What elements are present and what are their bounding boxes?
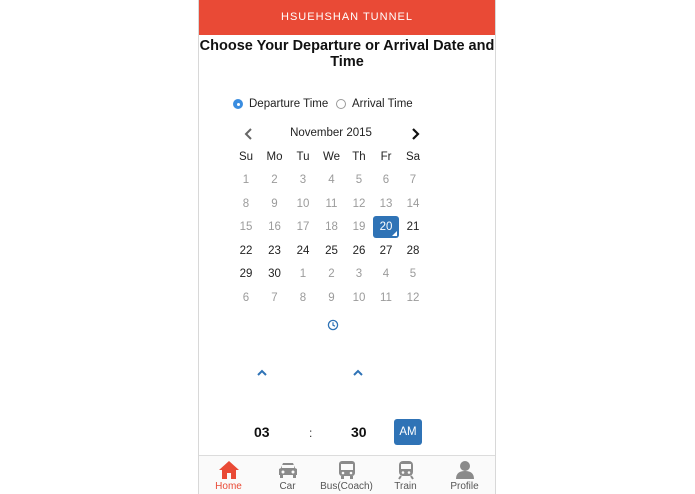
bottom-tab-bar: Home Car Bus(Coach) Train Profile: [199, 455, 495, 494]
chevron-right-icon: [412, 128, 420, 140]
calendar-day[interactable]: 23: [262, 240, 288, 262]
calendar-day[interactable]: 25: [319, 240, 345, 262]
calendar-day[interactable]: 18: [319, 216, 345, 238]
tab-profile[interactable]: Profile: [435, 458, 494, 494]
chevron-left-icon: [244, 128, 252, 140]
calendar-day[interactable]: 11: [373, 287, 399, 309]
calendar-day[interactable]: 27: [373, 240, 399, 262]
calendar-day[interactable]: 28: [400, 240, 426, 262]
calendar-day[interactable]: 6: [373, 169, 399, 191]
tab-bus[interactable]: Bus(Coach): [317, 458, 376, 494]
calendar-day[interactable]: 26: [346, 240, 372, 262]
calendar-day[interactable]: 9: [262, 193, 288, 215]
calendar-header: November 2015: [231, 126, 431, 142]
calendar-day[interactable]: 10: [346, 287, 372, 309]
calendar-day[interactable]: 1: [290, 263, 316, 285]
calendar-day[interactable]: 5: [346, 169, 372, 191]
next-month-button[interactable]: [407, 126, 423, 142]
departure-time-radio[interactable]: Departure Time: [233, 98, 328, 110]
hour-increment-button[interactable]: [255, 368, 269, 378]
weekday-header: We: [322, 151, 341, 163]
weekday-header: Tu: [296, 151, 310, 163]
calendar-day[interactable]: 2: [262, 169, 288, 191]
calendar-day[interactable]: 24: [290, 240, 316, 262]
tab-car[interactable]: Car: [258, 458, 317, 494]
radio-unselected-icon: [336, 99, 346, 109]
minute-value[interactable]: 30: [351, 424, 367, 440]
departure-time-label: Departure Time: [249, 98, 329, 110]
train-icon: [397, 461, 414, 480]
calendar-day[interactable]: 12: [346, 193, 372, 215]
calendar-day[interactable]: 12: [400, 287, 426, 309]
calendar-day[interactable]: 11: [319, 193, 345, 215]
calendar-day[interactable]: 7: [262, 287, 288, 309]
phone-screen: HSUEHSHAN TUNNEL Choose Your Departure o…: [198, 0, 496, 494]
time-separator: :: [309, 426, 313, 440]
calendar-day[interactable]: 2: [319, 263, 345, 285]
calendar-day[interactable]: 15: [233, 216, 259, 238]
calendar-day[interactable]: 1: [233, 169, 259, 191]
clock-icon[interactable]: [327, 319, 339, 331]
profile-icon: [455, 461, 474, 479]
home-icon: [218, 461, 239, 479]
tab-home[interactable]: Home: [199, 458, 258, 494]
calendar-day-selected[interactable]: 20: [373, 216, 399, 239]
calendar-day[interactable]: 30: [262, 263, 288, 285]
weekday-header: Su: [238, 151, 254, 163]
hour-value[interactable]: 03: [254, 424, 270, 440]
calendar-day[interactable]: 7: [400, 169, 426, 191]
calendar-day[interactable]: 3: [290, 169, 316, 191]
minute-increment-button[interactable]: [351, 368, 365, 378]
weekday-header: Sa: [405, 151, 421, 163]
calendar-day[interactable]: 21: [400, 216, 426, 238]
am-pm-toggle-button[interactable]: AM: [394, 419, 422, 445]
calendar-day[interactable]: 13: [373, 193, 399, 215]
calendar-day[interactable]: 4: [373, 263, 399, 285]
app-header: HSUEHSHAN TUNNEL: [199, 0, 495, 35]
calendar-day[interactable]: 16: [262, 216, 288, 238]
tab-car-label: Car: [279, 481, 296, 492]
calendar-day[interactable]: 4: [319, 169, 345, 191]
app-title: HSUEHSHAN TUNNEL: [281, 11, 413, 23]
month-label: November 2015: [290, 127, 372, 139]
previous-month-button[interactable]: [241, 126, 257, 142]
calendar-day[interactable]: 8: [233, 193, 259, 215]
tab-bus-label: Bus(Coach): [320, 481, 373, 492]
calendar-day[interactable]: 19: [346, 216, 372, 238]
calendar-day[interactable]: 10: [290, 193, 316, 215]
calendar-day[interactable]: 3: [346, 263, 372, 285]
calendar-day[interactable]: 8: [290, 287, 316, 309]
weekday-header: Mo: [266, 151, 283, 163]
calendar-day[interactable]: 5: [400, 263, 426, 285]
car-icon: [278, 463, 297, 478]
bus-icon: [338, 461, 355, 479]
weekday-header: Th: [352, 151, 366, 163]
tab-profile-label: Profile: [450, 481, 479, 492]
calendar-day[interactable]: 9: [319, 287, 345, 309]
tab-home-label: Home: [215, 481, 242, 492]
calendar-day[interactable]: 17: [290, 216, 316, 238]
tab-train-label: Train: [394, 481, 417, 492]
calendar-day[interactable]: 6: [233, 287, 259, 309]
calendar-day[interactable]: 14: [400, 193, 426, 215]
weekday-header: Fr: [380, 151, 392, 163]
calendar-day[interactable]: 29: [233, 263, 259, 285]
arrival-time-label: Arrival Time: [352, 98, 413, 110]
calendar-day[interactable]: 22: [233, 240, 259, 262]
tab-train[interactable]: Train: [376, 458, 435, 494]
arrival-time-radio[interactable]: Arrival Time: [336, 98, 413, 110]
radio-selected-icon: [233, 99, 243, 109]
page-title: Choose Your Departure or Arrival Date an…: [199, 38, 495, 70]
